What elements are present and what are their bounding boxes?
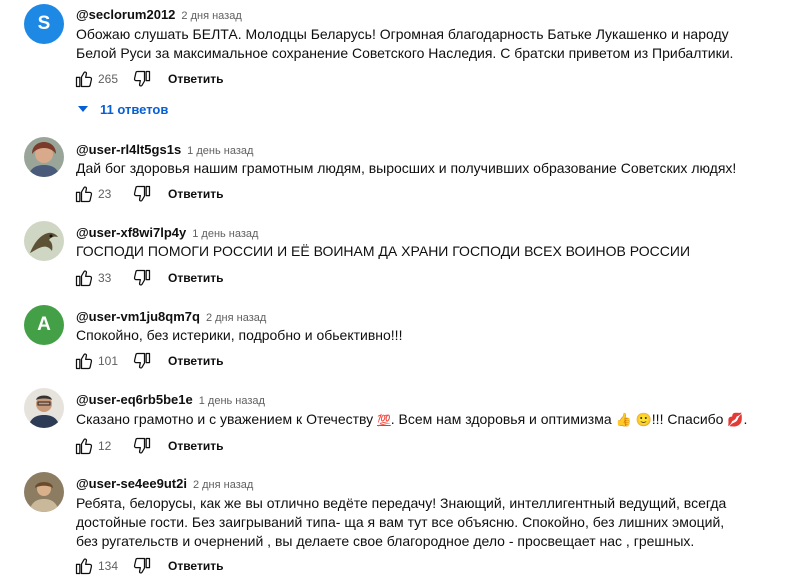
author-name[interactable]: @user-eq6rb5be1e bbox=[76, 392, 193, 407]
thumb-down-icon[interactable] bbox=[130, 266, 154, 290]
author-name[interactable]: @user-vm1ju8qm7q bbox=[76, 309, 200, 324]
view-replies-button[interactable]: 11 ответов bbox=[78, 99, 168, 119]
reply-button[interactable]: Ответить bbox=[168, 271, 223, 285]
comment-header: @user-xf8wi7lp4y 1 день назад bbox=[76, 224, 258, 242]
like-count: 101 bbox=[98, 354, 119, 368]
thumb-down-icon[interactable] bbox=[130, 67, 154, 91]
comment-text: Спокойно, без истерики, подробно и обьек… bbox=[76, 327, 403, 343]
thumbs-up-emoji: 👍 bbox=[615, 412, 632, 427]
timestamp[interactable]: 2 дня назад bbox=[181, 10, 241, 22]
avatar[interactable] bbox=[24, 137, 64, 177]
caret-down-icon bbox=[78, 106, 88, 112]
timestamp[interactable]: 1 день назад bbox=[187, 145, 253, 157]
comment-actions: 134 Ответить bbox=[72, 554, 223, 578]
thumb-down-icon[interactable] bbox=[130, 182, 154, 206]
comment-text: Сказано грамотно и с уважением к Отечест… bbox=[76, 411, 748, 427]
reply-button[interactable]: Ответить bbox=[168, 354, 223, 368]
hundred-points-emoji: 💯 bbox=[377, 415, 391, 427]
timestamp[interactable]: 2 дня назад bbox=[193, 479, 253, 491]
avatar[interactable] bbox=[24, 221, 64, 261]
author-name[interactable]: @user-se4ee9ut2i bbox=[76, 476, 187, 491]
timestamp[interactable]: 1 день назад bbox=[199, 395, 265, 407]
thumb-up-icon[interactable] bbox=[72, 554, 96, 578]
like-count: 265 bbox=[98, 72, 119, 86]
comment-actions: 101 Ответить bbox=[72, 349, 223, 373]
comment-actions: 33 Ответить bbox=[72, 266, 223, 290]
comment-header: @user-vm1ju8qm7q 2 дня назад bbox=[76, 308, 266, 326]
author-name[interactable]: @user-rl4lt5gs1s bbox=[76, 142, 181, 157]
kiss-lips-emoji: 💋 bbox=[727, 412, 744, 427]
comment-text: ГОСПОДИ ПОМОГИ РОССИИ И ЕЁ ВОИНАМ ДА ХРА… bbox=[76, 243, 691, 259]
like-count: 23 bbox=[98, 187, 112, 201]
avatar[interactable] bbox=[24, 388, 64, 428]
avatar[interactable]: S bbox=[24, 4, 64, 44]
reply-button[interactable]: Ответить bbox=[168, 187, 223, 201]
comment-text: Ребята, белорусы, как же вы отлично ведё… bbox=[76, 495, 727, 549]
comment-header: @user-eq6rb5be1e 1 день назад bbox=[76, 391, 265, 409]
thumb-up-icon[interactable] bbox=[72, 349, 96, 373]
like-count: 33 bbox=[98, 271, 112, 285]
author-name[interactable]: @seclorum2012 bbox=[76, 7, 175, 22]
reply-button[interactable]: Ответить bbox=[168, 72, 223, 86]
thumb-down-icon[interactable] bbox=[130, 434, 154, 458]
thumb-up-icon[interactable] bbox=[72, 434, 96, 458]
comment-text: Обожаю слушать БЕЛТА. Молодцы Беларусь! … bbox=[76, 26, 734, 61]
timestamp[interactable]: 2 дня назад bbox=[206, 312, 266, 324]
avatar[interactable] bbox=[24, 472, 64, 512]
comment-header: @user-rl4lt5gs1s 1 день назад bbox=[76, 141, 253, 159]
comment-actions: 12 Ответить bbox=[72, 434, 223, 458]
avatar[interactable]: A bbox=[24, 305, 64, 345]
thumb-up-icon[interactable] bbox=[72, 182, 96, 206]
smile-emoji: 🙂 bbox=[635, 412, 652, 427]
like-count: 12 bbox=[98, 439, 112, 453]
reply-button[interactable]: Ответить bbox=[168, 439, 223, 453]
thumb-up-icon[interactable] bbox=[72, 67, 96, 91]
comment-header: @user-se4ee9ut2i 2 дня назад bbox=[76, 475, 253, 493]
replies-count-label: 11 ответов bbox=[100, 101, 169, 117]
comment-actions: 265 Ответить bbox=[72, 67, 223, 91]
comment-text: Дай бог здоровья нашим грамотным людям, … bbox=[76, 160, 737, 176]
thumb-up-icon[interactable] bbox=[72, 266, 96, 290]
author-name[interactable]: @user-xf8wi7lp4y bbox=[76, 225, 186, 240]
thumb-down-icon[interactable] bbox=[130, 554, 154, 578]
comment-header: @seclorum2012 2 дня назад bbox=[76, 6, 242, 24]
thumb-down-icon[interactable] bbox=[130, 349, 154, 373]
timestamp[interactable]: 1 день назад bbox=[192, 228, 258, 240]
comment-actions: 23 Ответить bbox=[72, 182, 223, 206]
